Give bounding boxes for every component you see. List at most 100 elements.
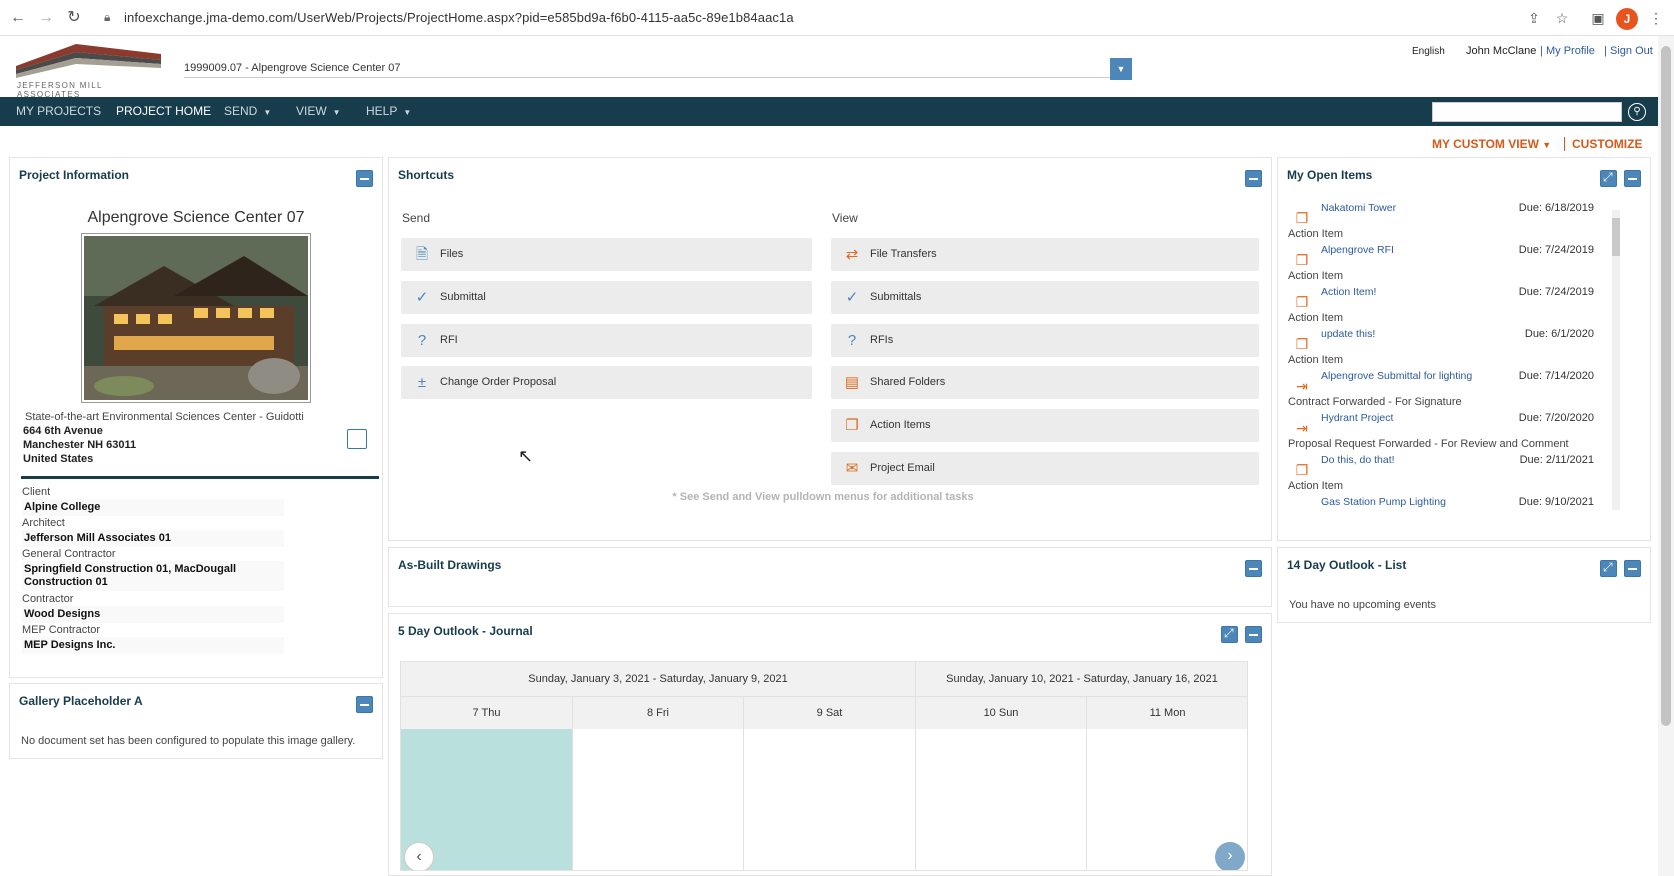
maximize-icon[interactable] bbox=[1221, 626, 1238, 643]
item-due: Due: 2/11/2021 bbox=[1519, 454, 1594, 466]
as-built-drawings-panel: As-Built Drawings bbox=[388, 547, 1272, 607]
shared-folder-icon: ▤ bbox=[844, 374, 860, 391]
minimize-icon[interactable] bbox=[356, 170, 373, 187]
checkmark-badge-icon: ✓ bbox=[845, 289, 859, 306]
my-profile-link[interactable]: My Profile bbox=[1546, 45, 1595, 57]
my-custom-view-dropdown[interactable]: MY CUSTOM VIEW ▼ bbox=[1432, 137, 1551, 151]
contractor-label: Contractor bbox=[22, 593, 74, 605]
view-project-email-button[interactable]: ✉ Project Email bbox=[831, 452, 1259, 485]
panel-title: Project Information bbox=[19, 168, 130, 182]
previous-arrow-icon[interactable]: ‹ bbox=[404, 842, 434, 870]
project-selector-dropdown-icon[interactable]: ▼ bbox=[1110, 58, 1132, 80]
item-link[interactable]: Gas Station Pump Lighting bbox=[1321, 496, 1446, 507]
list-item[interactable]: ⇥ Alpengrove Submittal for lighting Due: 7… bbox=[1288, 368, 1618, 408]
item-link[interactable]: Alpengrove Submittal for lighting bbox=[1321, 370, 1472, 382]
send-change-order-proposal-button[interactable]: ± Change Order Proposal bbox=[401, 366, 812, 399]
sign-out-link[interactable]: Sign Out bbox=[1610, 45, 1653, 57]
item-link[interactable]: Action Item! bbox=[1321, 286, 1376, 298]
email-icon: ✉ bbox=[845, 460, 859, 477]
profile-avatar[interactable]: J bbox=[1616, 8, 1638, 30]
minimize-icon[interactable] bbox=[1624, 560, 1641, 577]
chevron-down-icon: ▼ bbox=[1542, 140, 1552, 150]
nav-view-label: VIEW bbox=[296, 104, 327, 118]
general-contractor-value: Springfield Construction 01, MacDougall … bbox=[22, 561, 284, 591]
shortcut-label: Change Order Proposal bbox=[440, 376, 557, 388]
item-link[interactable]: Nakatomi Tower bbox=[1321, 202, 1396, 214]
address-line: 664 6th Avenue bbox=[23, 425, 103, 437]
list-item[interactable]: ❐ Action Item! Due: 7/24/2019 Action Item bbox=[1288, 284, 1618, 324]
view-shared-folders-button[interactable]: ▤ Shared Folders bbox=[831, 366, 1259, 399]
browser-toolbar: ← → ↻ 🔒︎ infoexchange.jma-demo.com/UserW… bbox=[0, 0, 1674, 36]
bookmark-star-icon[interactable]: ☆ bbox=[1552, 8, 1572, 28]
action-item-icon: ❐ bbox=[845, 417, 859, 434]
list-item[interactable]: ⇥ Gas Station Pump Lighting Due: 9/10/2021 bbox=[1288, 494, 1618, 507]
nav-project-home[interactable]: PROJECT HOME bbox=[116, 104, 211, 118]
search-icon[interactable]: ⚲ bbox=[1628, 103, 1646, 121]
view-submittals-button[interactable]: ✓ Submittals bbox=[831, 281, 1259, 314]
view-action-items-button[interactable]: ❐ Action Items bbox=[831, 409, 1259, 442]
project-selector-value: 1999009.07 - Alpengrove Science Center 0… bbox=[184, 62, 401, 74]
back-icon[interactable]: ← bbox=[8, 8, 28, 28]
day-cell[interactable] bbox=[573, 729, 744, 870]
item-link[interactable]: Hydrant Project bbox=[1321, 412, 1393, 424]
view-file-transfers-button[interactable]: ⇄ File Transfers bbox=[831, 238, 1259, 271]
list-item[interactable]: ❐ Do this, do that! Due: 2/11/2021 Action I… bbox=[1288, 452, 1618, 492]
send-submittal-button[interactable]: ✓ Submittal bbox=[401, 281, 812, 314]
project-selector[interactable]: 1999009.07 - Alpengrove Science Center 0… bbox=[184, 58, 1132, 78]
forward-icon[interactable]: → bbox=[36, 8, 56, 28]
browser-menu-icon[interactable]: ⋮ bbox=[1646, 8, 1666, 28]
page-scrollbar-thumb[interactable] bbox=[1661, 46, 1671, 726]
side-panel-icon[interactable]: ▣ bbox=[1588, 8, 1608, 28]
minimize-icon[interactable] bbox=[1245, 560, 1262, 577]
minimize-icon[interactable] bbox=[1624, 170, 1641, 187]
nav-send[interactable]: SEND ▼ bbox=[224, 104, 271, 118]
map-icon[interactable] bbox=[347, 429, 367, 449]
item-due: Due: 7/14/2020 bbox=[1518, 370, 1594, 382]
gallery-message: No document set has been configured to p… bbox=[21, 735, 356, 747]
list-item[interactable]: ❐ update this! Due: 6/1/2020 Action Item bbox=[1288, 326, 1618, 366]
maximize-icon[interactable] bbox=[1600, 560, 1617, 577]
action-item-icon: ❐ bbox=[1295, 336, 1309, 352]
day-header: 8 Fri bbox=[573, 696, 744, 729]
nav-view[interactable]: VIEW ▼ bbox=[296, 104, 341, 118]
item-link[interactable]: Alpengrove RFI bbox=[1321, 244, 1394, 256]
share-icon[interactable]: ⇪ bbox=[1524, 8, 1544, 28]
main-navigation: MY PROJECTS PROJECT HOME SEND ▼ VIEW ▼ HEL… bbox=[0, 97, 1658, 126]
minimize-icon[interactable] bbox=[1245, 170, 1262, 187]
item-type: Action Item bbox=[1288, 270, 1344, 282]
day-cell[interactable] bbox=[916, 729, 1087, 870]
reload-icon[interactable]: ↻ bbox=[64, 8, 84, 28]
item-link[interactable]: Do this, do that! bbox=[1321, 454, 1395, 466]
project-information-panel: Project Information Alpengrove Science C… bbox=[9, 157, 383, 678]
item-link[interactable]: update this! bbox=[1321, 328, 1375, 340]
list-item[interactable]: ❐ Nakatomi Tower Due: 6/18/2019 Action Item bbox=[1288, 200, 1618, 240]
address-line: Manchester NH 63011 bbox=[23, 439, 137, 451]
scrollbar-thumb[interactable] bbox=[1612, 218, 1620, 256]
send-files-button[interactable]: 🗎 Files bbox=[401, 238, 812, 271]
maximize-icon[interactable] bbox=[1600, 170, 1617, 187]
send-rfi-button[interactable]: ? RFI bbox=[401, 324, 812, 357]
next-arrow-icon[interactable]: › bbox=[1215, 842, 1245, 870]
header-divider-2: | bbox=[1604, 45, 1607, 57]
language-selector[interactable]: English bbox=[1412, 46, 1445, 57]
minimize-icon[interactable] bbox=[356, 696, 373, 713]
view-rfis-button[interactable]: ? RFIs bbox=[831, 324, 1259, 357]
list-item[interactable]: ❐ Alpengrove RFI Due: 7/24/2019 Action Item bbox=[1288, 242, 1618, 282]
search-input[interactable] bbox=[1432, 102, 1622, 122]
mep-contractor-label: MEP Contractor bbox=[22, 624, 101, 636]
customize-link[interactable]: CUSTOMIZE bbox=[1572, 137, 1642, 151]
day-header: 7 Thu bbox=[401, 696, 573, 729]
nav-help[interactable]: HELP ▼ bbox=[366, 104, 411, 118]
list-item[interactable]: ⇥ Hydrant Project Due: 7/20/2020 Proposal R… bbox=[1288, 410, 1618, 450]
plus-minus-icon: ± bbox=[417, 374, 427, 391]
item-due: Due: 9/10/2021 bbox=[1518, 496, 1594, 507]
company-logo[interactable]: JEFFERSON MILL ASSOCIATES bbox=[16, 40, 166, 99]
checkmark-badge-icon: ✓ bbox=[415, 289, 429, 306]
nav-my-projects[interactable]: MY PROJECTS bbox=[16, 104, 101, 118]
day-cell[interactable] bbox=[744, 729, 916, 870]
minimize-icon[interactable] bbox=[1245, 626, 1262, 643]
chevron-down-icon: ▼ bbox=[403, 108, 412, 117]
gallery-panel: Gallery Placeholder A No document set ha… bbox=[9, 683, 383, 759]
address-bar[interactable]: 🔒︎ infoexchange.jma-demo.com/UserWeb/Pro… bbox=[96, 5, 1576, 31]
day-header: 10 Sun bbox=[916, 696, 1087, 729]
